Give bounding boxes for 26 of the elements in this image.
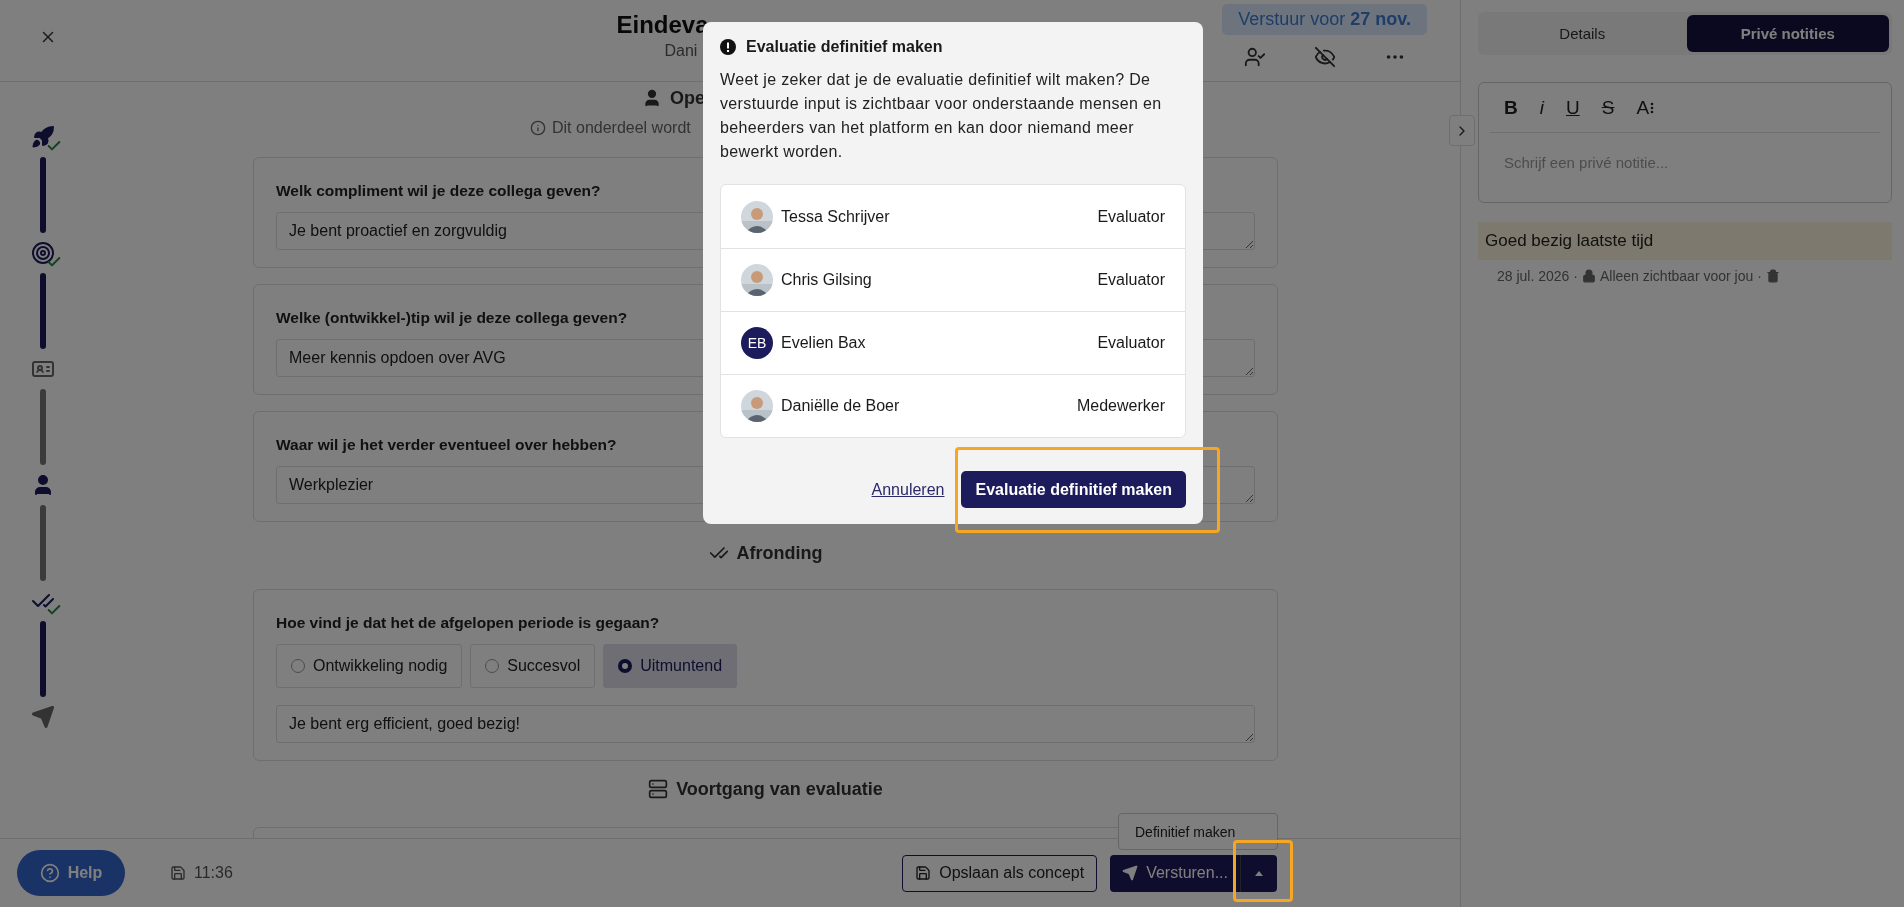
note-visibility: Alleen zichtbaar voor jou · xyxy=(1599,268,1762,284)
avatar: EB xyxy=(741,327,773,359)
saved-time: 11:36 xyxy=(194,864,233,882)
dialog-message: Weet je zeker dat je de evaluatie definitief wilt maken? De verstuurde input is zichtbaar voor onderstaande mensen en beheerders van het platform en kan door niemand meer bewerkt worden. xyxy=(720,70,1163,162)
question-label: Waar wil je het verder eventueel over hebben? xyxy=(276,435,618,454)
section-title: Afronding xyxy=(736,542,823,564)
private-note: Goed bezig laatste tijd xyxy=(1478,222,1892,260)
question-label: Welke (ontwikkel-)tip wil je deze collega geven? xyxy=(276,308,629,327)
person-name: Chris Gilsing xyxy=(781,271,873,289)
person-name: Daniëlle de Boer xyxy=(781,397,901,415)
person-role: Medewerker xyxy=(1076,397,1165,415)
person-role: Evaluator xyxy=(1097,271,1165,289)
employee-name: Dani xyxy=(664,42,698,60)
page-title: Eindeva xyxy=(616,12,709,38)
person-name: Tessa Schrijver xyxy=(781,207,891,226)
section-title: Ope xyxy=(670,87,705,109)
person-role: Evaluator xyxy=(1097,207,1165,226)
note-date: 28 jul. 2026 · xyxy=(1497,268,1578,284)
question-label: Hoe vind je dat het de afgelopen periode is gegaan? xyxy=(276,613,661,632)
section-title: Voortgang van evaluatie xyxy=(676,778,883,800)
section-note: Dit onderdeel wordt xyxy=(552,119,691,137)
dialog-title: Evaluatie definitief maken xyxy=(746,38,943,56)
question-label: Welk compliment wil je deze collega geven? xyxy=(276,181,602,200)
person-role: Evaluator xyxy=(1097,334,1165,352)
person-name: Evelien Bax xyxy=(781,334,867,352)
deadline-badge: Verstuur voor 27 nov. xyxy=(1222,4,1427,35)
